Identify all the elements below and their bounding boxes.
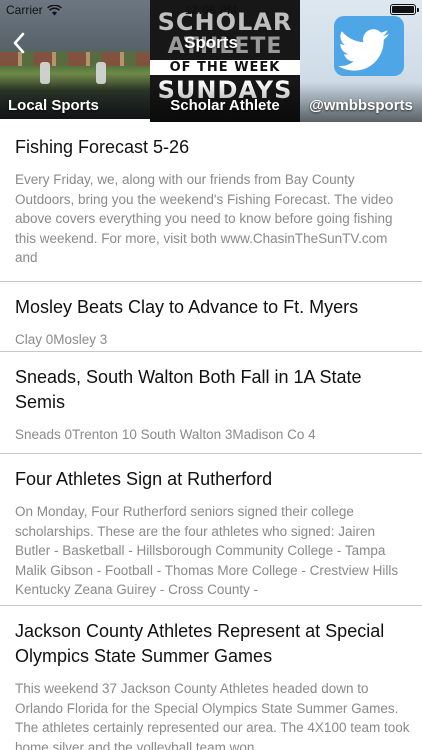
- player-figure: [96, 62, 106, 84]
- article-summary: Every Friday, we, along with our friends…: [15, 172, 394, 265]
- article-summary: On Monday, Four Rutherford seniors signe…: [15, 504, 399, 597]
- page-title: Sports: [184, 33, 238, 52]
- header-hero: SCHOLAR ATHLETE OF THE WEEK SUNDAYS Carr…: [0, 0, 422, 122]
- article-summary: Clay 0Mosley 3: [15, 332, 108, 347]
- article-title: Sneads, South Walton Both Fall in 1A Sta…: [15, 367, 362, 412]
- status-time: 12:06 PM: [184, 3, 238, 17]
- article-title: Fishing Forecast 5-26: [15, 137, 190, 157]
- list-item[interactable]: Sneads, South Walton Both Fall in 1A Sta…: [0, 352, 422, 454]
- tab-wmbbsports[interactable]: @wmbbsports: [300, 91, 422, 120]
- status-bar: Carrier 12:06 PM: [0, 0, 422, 20]
- tab-local-sports[interactable]: Local Sports: [0, 91, 150, 120]
- list-item[interactable]: Jackson County Athletes Represent at Spe…: [0, 606, 422, 750]
- tab-scholar-athlete[interactable]: Scholar Athlete: [150, 91, 300, 120]
- list-item[interactable]: Fishing Forecast 5-26 Every Friday, we, …: [0, 122, 422, 282]
- article-summary: This weekend 37 Jackson County Athletes …: [15, 681, 410, 750]
- category-tabs: Local Sports Scholar Athlete @wmbbsports: [0, 91, 422, 120]
- article-summary: Sneads 0Trenton 10 South Walton 3Madison…: [15, 427, 316, 442]
- battery-icon: [390, 4, 419, 15]
- article-title: Four Athletes Sign at Rutherford: [15, 469, 273, 489]
- list-item[interactable]: Mosley Beats Clay to Advance to Ft. Myer…: [0, 282, 422, 352]
- banner-word: OF THE WEEK: [150, 60, 300, 75]
- list-item[interactable]: Four Athletes Sign at Rutherford On Mond…: [0, 454, 422, 606]
- article-list: Fishing Forecast 5-26 Every Friday, we, …: [0, 122, 422, 750]
- article-title: Mosley Beats Clay to Advance to Ft. Myer…: [15, 297, 359, 317]
- player-figure: [40, 62, 50, 84]
- article-title: Jackson County Athletes Represent at Spe…: [15, 621, 385, 666]
